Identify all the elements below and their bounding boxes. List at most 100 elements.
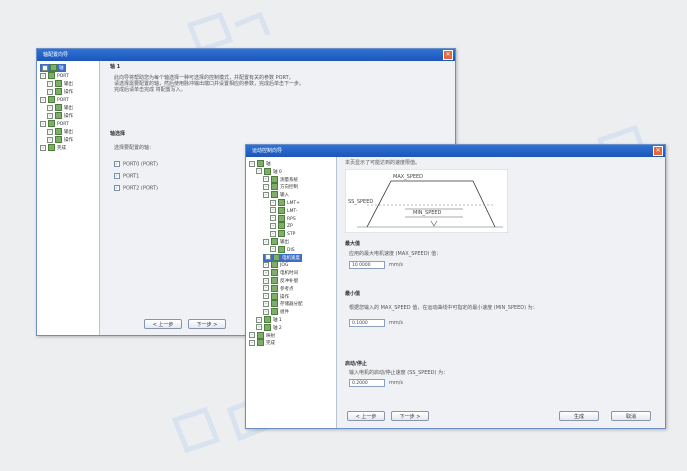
tree-item[interactable]: -轴 — [40, 64, 66, 72]
checkbox-checked-icon[interactable]: ✓ — [114, 185, 120, 191]
tree-item[interactable]: - JOG — [263, 261, 288, 269]
tree-node-icon — [257, 339, 264, 347]
tree-item[interactable]: - 操作 — [47, 88, 73, 96]
back-checkbox-0[interactable]: ✓ PORT0 (PORT) — [114, 161, 158, 168]
tree-item[interactable]: - 完成 — [40, 144, 66, 152]
generate-button[interactable]: 生成 — [559, 411, 599, 421]
expand-toggle-icon[interactable]: - — [40, 96, 46, 103]
expand-toggle-icon[interactable]: - — [263, 238, 269, 245]
expand-toggle-icon[interactable]: - — [249, 160, 255, 167]
checkbox-checked-icon[interactable]: ✓ — [114, 173, 120, 179]
expand-toggle-icon[interactable]: - — [270, 222, 276, 229]
tree-item[interactable]: - 参考点 — [263, 284, 294, 293]
expand-toggle-icon[interactable]: - — [263, 261, 269, 268]
expand-toggle-icon[interactable]: - — [47, 88, 53, 95]
tree-item[interactable]: - 输出 — [47, 104, 73, 112]
expand-toggle-icon[interactable]: - — [270, 215, 276, 222]
tree-item-label: 输出 — [64, 82, 73, 87]
tree-item[interactable]: - 轴 0 — [256, 167, 282, 176]
expand-toggle-icon[interactable]: - — [263, 191, 269, 198]
tree-item-label: 轴 — [266, 162, 271, 167]
expand-toggle-icon[interactable]: - — [263, 183, 269, 190]
expand-toggle-icon[interactable]: - — [47, 104, 53, 111]
expand-toggle-icon[interactable]: - — [42, 64, 48, 71]
tree-item[interactable]: - PORT — [40, 120, 69, 128]
tree-item[interactable]: - 输出 — [47, 128, 73, 136]
close-icon[interactable]: ✕ — [443, 50, 453, 60]
tree-item-label: 轴 1 — [273, 318, 282, 323]
tree-item[interactable]: - 组件 — [263, 308, 289, 316]
tree-item[interactable]: - STP — [270, 230, 295, 238]
tree-item[interactable]: - 完成 — [249, 339, 275, 347]
tree-item-label: 电机速度 — [282, 255, 300, 261]
expand-toggle-icon[interactable]: - — [40, 120, 46, 127]
expand-toggle-icon[interactable]: - — [256, 324, 262, 331]
expand-toggle-icon[interactable]: - — [270, 230, 276, 237]
tree-item[interactable]: - 反冲补偿 — [263, 277, 298, 285]
expand-toggle-icon[interactable]: - — [263, 176, 269, 183]
tree-item[interactable]: - ZP — [270, 222, 293, 230]
tree-item[interactable]: - 输入 — [263, 191, 289, 199]
back-checkbox-1[interactable]: ✓ PORT1 — [114, 173, 139, 180]
tree-node-icon — [55, 80, 62, 87]
tree-item[interactable]: - 电机时间 — [263, 269, 298, 277]
max-speed-input[interactable]: 10 0000 — [349, 261, 385, 269]
tree-item-label: 输入 — [280, 193, 289, 199]
expand-toggle-icon[interactable]: - — [270, 199, 276, 206]
expand-toggle-icon[interactable]: - — [47, 80, 53, 87]
front-next-button[interactable]: 下一步 > — [391, 411, 429, 421]
expand-toggle-icon[interactable]: - — [263, 293, 269, 300]
tree-item[interactable]: - 轴 1 — [256, 316, 282, 324]
tree-item[interactable]: - 存储器分配 — [263, 300, 303, 308]
expand-toggle-icon[interactable]: - — [270, 207, 276, 214]
tree-item[interactable]: - 操作 — [47, 112, 73, 120]
tree-item[interactable]: - DIS — [270, 245, 295, 254]
expand-toggle-icon[interactable]: - — [40, 144, 46, 151]
expand-toggle-icon[interactable]: - — [47, 136, 53, 143]
back-prev-button[interactable]: < 上一步 — [144, 319, 182, 329]
tree-item[interactable]: - LMT+ — [270, 199, 300, 207]
section1-title: 最大值 — [345, 241, 361, 247]
expand-toggle-icon[interactable]: - — [249, 332, 255, 339]
tree-item[interactable]: - 映射 — [249, 331, 275, 340]
checkbox-checked-icon[interactable]: ✓ — [114, 161, 120, 167]
close-icon[interactable]: ✕ — [653, 146, 663, 156]
ss-speed-input[interactable]: 0.2000 — [349, 379, 385, 387]
cancel-button[interactable]: 取消 — [611, 411, 651, 421]
tree-item-label: 操作 — [280, 294, 289, 300]
tree-item-label: PORT — [57, 98, 69, 103]
expand-toggle-icon[interactable]: - — [249, 339, 255, 346]
expand-toggle-icon[interactable]: - — [263, 269, 269, 276]
expand-toggle-icon[interactable]: - — [270, 246, 276, 253]
expand-toggle-icon[interactable]: - — [263, 277, 269, 284]
tree-item[interactable]: - 轴 2 — [256, 323, 282, 332]
back-next-button[interactable]: 下一步 > — [188, 319, 226, 329]
front-prev-button[interactable]: < 上一步 — [347, 411, 385, 421]
tree-item[interactable]: - 操作 — [263, 292, 289, 301]
tree-item[interactable]: - PORT — [40, 72, 69, 80]
expand-toggle-icon[interactable]: - — [256, 316, 262, 323]
tree-node-icon — [264, 167, 271, 175]
expand-toggle-icon[interactable]: - — [263, 300, 269, 307]
tree-node-icon — [278, 230, 285, 238]
back-prompt: 选择要配置的轴： — [114, 145, 155, 151]
tree-item[interactable]: -轴 — [249, 160, 271, 168]
expand-toggle-icon[interactable]: - — [263, 308, 269, 315]
expand-toggle-icon[interactable]: - — [265, 254, 271, 261]
tree-item[interactable]: - LMT- — [270, 206, 297, 215]
tree-item[interactable]: - PORT — [40, 96, 69, 104]
tree-item[interactable]: - 输出 — [263, 238, 289, 246]
expand-toggle-icon[interactable]: - — [256, 168, 262, 175]
expand-toggle-icon[interactable]: - — [263, 285, 269, 292]
tree-item[interactable]: - 输出 — [47, 80, 73, 88]
tree-item[interactable]: - 测量系统 — [263, 175, 298, 184]
expand-toggle-icon[interactable]: - — [47, 128, 53, 135]
tree-item[interactable]: - RPS — [270, 214, 296, 223]
tree-item[interactable]: - 电机速度 — [263, 253, 302, 262]
tree-item[interactable]: - 方向控制 — [263, 183, 298, 191]
tree-item[interactable]: - 操作 — [47, 136, 73, 144]
expand-toggle-icon[interactable]: - — [47, 112, 53, 119]
back-checkbox-2[interactable]: ✓ PORT2 (PORT) — [114, 185, 158, 192]
expand-toggle-icon[interactable]: - — [40, 72, 46, 79]
min-speed-input[interactable]: 0.1000 — [349, 319, 385, 327]
